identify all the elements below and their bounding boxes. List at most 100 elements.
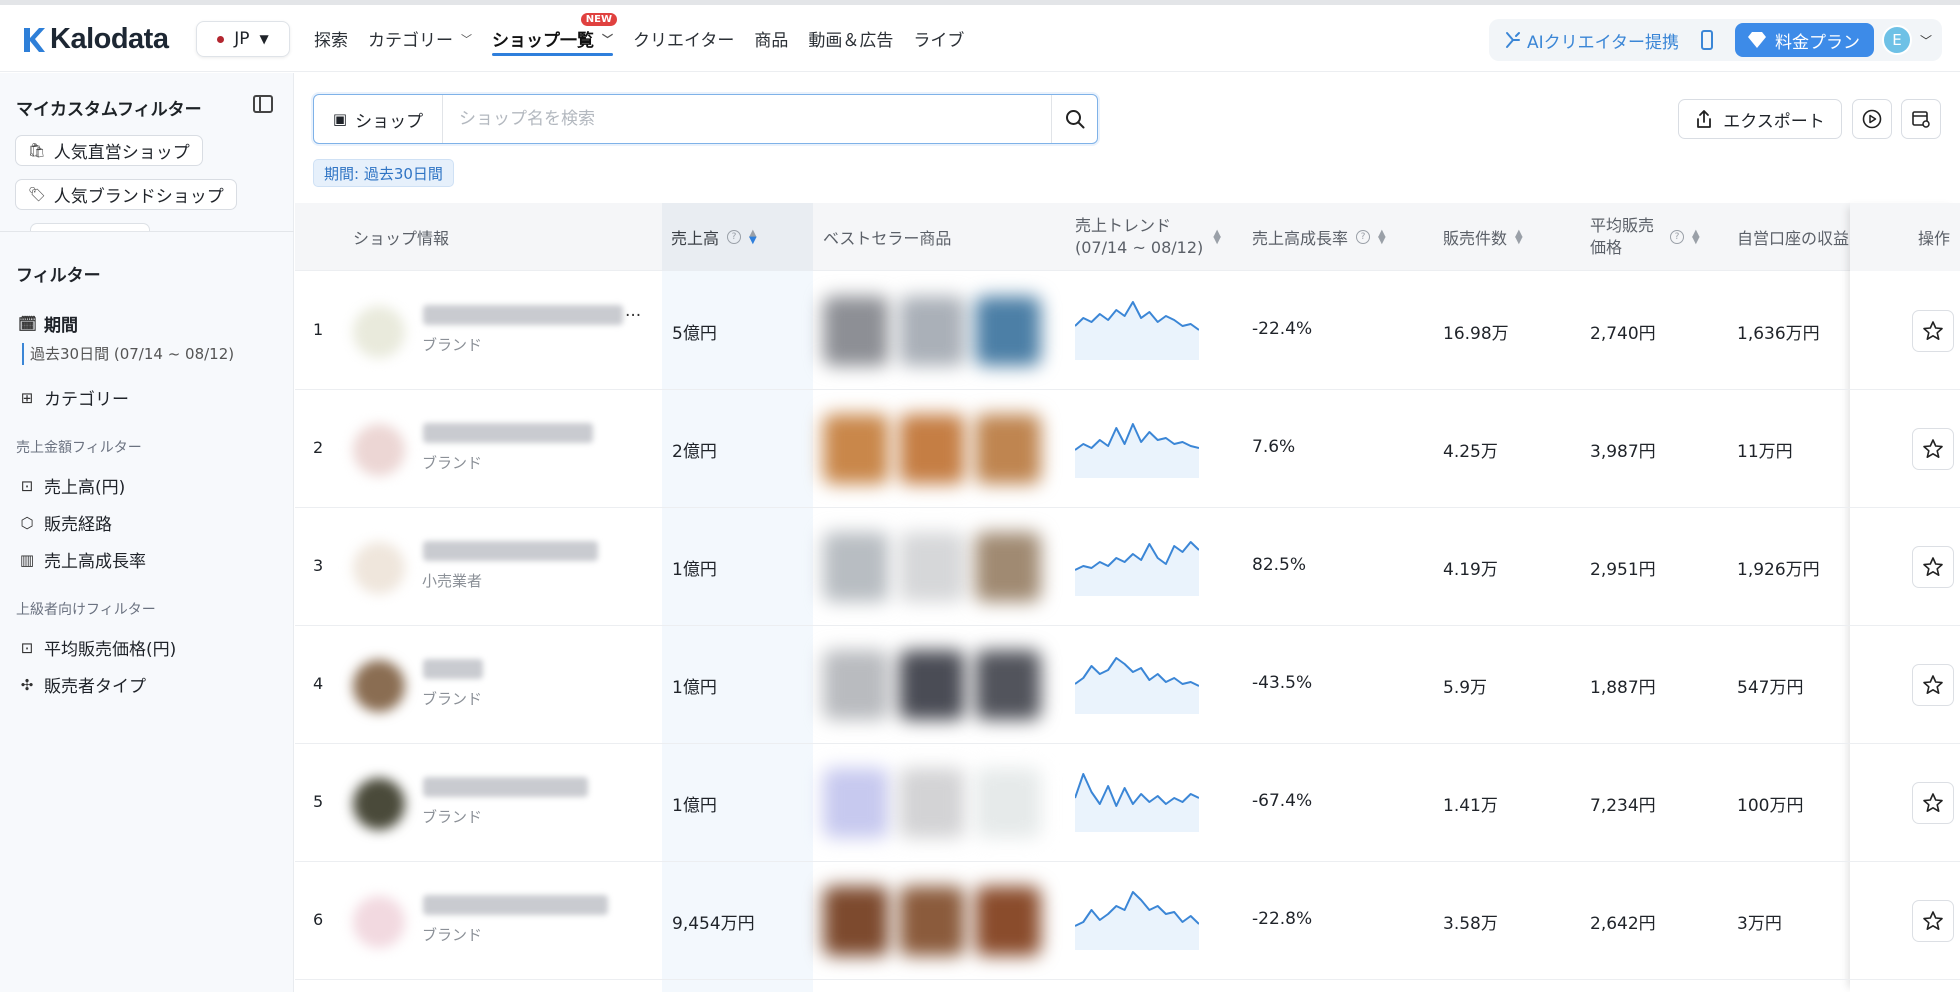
chip-popular-direct-shop[interactable]: 🛍 人気直営ショップ	[15, 135, 203, 166]
sparkline-area	[1075, 658, 1199, 714]
favorite-button[interactable]	[1912, 782, 1954, 824]
table-row[interactable]: 5 ブランド 1億円 -67.4% 1.41万 7,234円 100万円	[295, 744, 1960, 862]
table-row[interactable]: 2 ブランド 2億円 7.6% 4.25万 3,987円 11万円	[295, 390, 1960, 508]
nav-shop-list[interactable]: ショップ一覧 ﹀ NEW	[492, 5, 617, 72]
product-thumbnail[interactable]	[823, 768, 889, 838]
help-icon[interactable]: ?	[1670, 230, 1684, 244]
region-selector[interactable]: JP ▼	[196, 21, 290, 57]
region-label: JP	[234, 29, 250, 49]
filter-avg-price[interactable]: ⊡ 平均販売価格(円)	[18, 635, 177, 661]
product-thumbnail[interactable]	[975, 414, 1041, 484]
ai-creator-link[interactable]: AIクリエイター提携	[1503, 28, 1679, 53]
avatar[interactable]: E	[1881, 25, 1912, 55]
shop-type: 小売業者	[422, 572, 483, 590]
sort-icon[interactable]: ▲ ▼	[749, 229, 757, 246]
favorite-button[interactable]	[1912, 546, 1954, 588]
shop-avatar[interactable]	[353, 896, 405, 948]
product-thumbnail[interactable]	[823, 650, 889, 720]
mobile-app-icon[interactable]	[1700, 30, 1713, 50]
product-thumbnail[interactable]	[975, 296, 1041, 366]
product-thumbnail[interactable]	[899, 768, 965, 838]
product-thumbnail[interactable]	[823, 296, 889, 366]
nav-category[interactable]: カテゴリー ﹀	[368, 5, 472, 72]
product-thumbnail[interactable]	[975, 768, 1041, 838]
play-tutorial-button[interactable]	[1852, 99, 1892, 139]
sales-trend-sparkline[interactable]	[1075, 886, 1199, 950]
filter-seller-type[interactable]: ✣ 販売者タイプ	[18, 672, 146, 698]
table-row[interactable]: 1 ブランド ··· 5億円 -22.4% 16.98万 2,740円 1,63…	[295, 272, 1960, 390]
product-thumbnail[interactable]	[823, 886, 889, 956]
shop-avatar[interactable]	[353, 778, 405, 830]
col-header-sales[interactable]: 売上高 ? ▲ ▼	[671, 203, 757, 271]
sales-trend-sparkline[interactable]	[1075, 296, 1199, 360]
product-thumbnail[interactable]	[823, 414, 889, 484]
product-thumbnail[interactable]	[975, 532, 1041, 602]
table-row[interactable]: 3 小売業者 1億円 82.5% 4.19万 2,951円 1,926万円	[295, 508, 1960, 626]
filter-sales-channel[interactable]: ⬡ 販売経路	[18, 510, 112, 536]
dollar-icon: ⊡	[20, 476, 34, 495]
help-icon[interactable]: ?	[727, 230, 742, 244]
product-thumbnail[interactable]	[899, 650, 965, 720]
shop-name-blurred[interactable]	[423, 305, 623, 325]
chip-popular-brand-shop[interactable]: 🏷 人気ブランドショップ	[15, 179, 237, 210]
period-value[interactable]: 過去30日間 (07/14 ~ 08/12)	[22, 343, 234, 365]
favorite-button[interactable]	[1912, 900, 1954, 942]
shop-name-blurred[interactable]	[423, 423, 593, 443]
shop-name-blurred[interactable]	[423, 895, 608, 915]
export-button[interactable]: エクスポート	[1678, 99, 1842, 139]
nav-live[interactable]: ライブ	[913, 5, 964, 72]
nav-explore[interactable]: 探索	[314, 5, 348, 72]
product-thumbnail[interactable]	[899, 414, 965, 484]
avg-price-value: 1,887円	[1590, 678, 1656, 698]
nav-product[interactable]: 商品	[754, 5, 788, 72]
shop-avatar[interactable]	[353, 306, 405, 358]
search-type-selector[interactable]: ▣ ショップ	[314, 95, 443, 143]
filter-sales[interactable]: ⊡ 売上高(円)	[18, 473, 126, 499]
filter-period[interactable]: 🗓 期間	[18, 311, 78, 337]
filter-category[interactable]: ⊞ カテゴリー	[18, 385, 129, 411]
product-thumbnail[interactable]	[899, 296, 965, 366]
collapse-sidebar-icon[interactable]	[253, 95, 273, 113]
sort-icon[interactable]: ▲ ▼	[1213, 229, 1221, 246]
filter-growth-rate[interactable]: ▥ 売上高成長率	[18, 547, 146, 573]
sales-trend-sparkline[interactable]	[1075, 532, 1199, 596]
col-header-trend[interactable]: 売上トレンド (07/14 ~ 08/12) ▲ ▼	[1075, 203, 1221, 271]
nav-creator[interactable]: クリエイター	[633, 5, 734, 72]
product-thumbnail[interactable]	[823, 532, 889, 602]
nav-video-ads[interactable]: 動画＆広告	[808, 5, 893, 72]
shop-name-blurred[interactable]	[423, 659, 483, 679]
product-thumbnail[interactable]	[975, 650, 1041, 720]
shop-name-blurred[interactable]	[423, 541, 598, 561]
logo[interactable]: Kalodata	[22, 23, 169, 56]
shop-avatar[interactable]	[353, 660, 405, 712]
product-thumbnail[interactable]	[899, 886, 965, 956]
help-icon[interactable]: ?	[1356, 230, 1371, 244]
sales-trend-sparkline[interactable]	[1075, 414, 1199, 478]
search-button[interactable]	[1051, 95, 1097, 143]
sort-icon[interactable]: ▲ ▼	[1515, 229, 1523, 246]
favorite-button[interactable]	[1912, 310, 1954, 352]
sales-trend-sparkline[interactable]	[1075, 768, 1199, 832]
sort-icon[interactable]: ▲ ▼	[1692, 229, 1700, 246]
table-row[interactable]: 6 ブランド 9,454万円 -22.8% 3.58万 2,642円 3万円	[295, 862, 1960, 980]
col-header-growth[interactable]: 売上高成長率 ? ▲ ▼	[1252, 203, 1386, 271]
favorite-button[interactable]	[1912, 428, 1954, 470]
shop-avatar[interactable]	[353, 424, 405, 476]
pricing-plan-button[interactable]: 料金プラン	[1734, 23, 1874, 57]
product-thumbnail[interactable]	[899, 532, 965, 602]
more-icon[interactable]: ···	[625, 306, 641, 326]
favorite-button[interactable]	[1912, 664, 1954, 706]
sales-trend-sparkline[interactable]	[1075, 650, 1199, 714]
col-header-avg-price[interactable]: 平均販売 価格 ? ▲ ▼	[1590, 203, 1700, 271]
col-header-units[interactable]: 販売件数 ▲ ▼	[1443, 203, 1523, 271]
period-tag[interactable]: 期間: 過去30日間	[313, 159, 454, 187]
search-input[interactable]	[443, 109, 1051, 129]
product-thumbnail[interactable]	[975, 886, 1041, 956]
chip-label: 人気ブランドショップ	[53, 187, 224, 207]
table-row[interactable]: 4 ブランド 1億円 -43.5% 5.9万 1,887円 547万円	[295, 626, 1960, 744]
shop-avatar[interactable]	[353, 542, 405, 594]
shop-name-blurred[interactable]	[423, 777, 588, 797]
column-settings-button[interactable]	[1901, 99, 1941, 139]
chevron-down-icon[interactable]: ﹀	[1920, 32, 1932, 49]
sort-icon[interactable]: ▲ ▼	[1378, 229, 1386, 246]
